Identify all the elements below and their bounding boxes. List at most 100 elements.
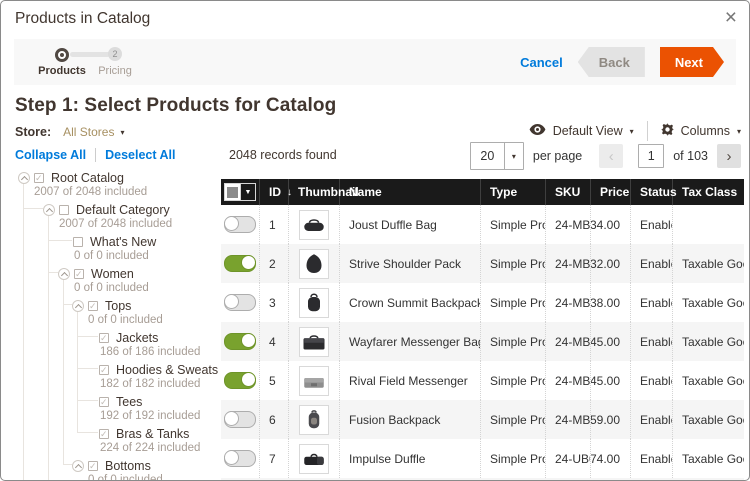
category-checkbox[interactable]	[99, 333, 109, 343]
column-header-id[interactable]: ID↓	[260, 179, 289, 205]
cell-thumbnail	[289, 205, 340, 244]
category-checkbox[interactable]	[99, 365, 109, 375]
product-enable-toggle[interactable]	[224, 216, 256, 233]
collapse-node-icon[interactable]	[72, 460, 84, 472]
cell-name: Fusion Backpack	[340, 400, 481, 439]
cell-sku: 24-MB04	[546, 244, 591, 283]
category-label[interactable]: Root Catalog	[51, 171, 124, 185]
collapse-node-icon[interactable]	[18, 172, 30, 184]
cell-tax-class: Taxable Goods	[673, 322, 744, 361]
cell-price: $74.00	[591, 439, 631, 478]
category-label[interactable]: What's New	[90, 235, 156, 249]
category-checkbox[interactable]	[74, 269, 84, 279]
category-checkbox[interactable]	[88, 461, 98, 471]
columns-button[interactable]: Columns ▾	[661, 123, 741, 139]
column-header-type[interactable]: Type	[481, 179, 546, 205]
column-header-sku[interactable]: SKU	[546, 179, 591, 205]
cell-sku: 24-MB06	[546, 361, 591, 400]
cell-type: Simple Product	[481, 439, 546, 478]
cell-tax-class: Taxable Goods	[673, 439, 744, 478]
cancel-button[interactable]: Cancel	[520, 55, 563, 70]
store-label: Store:	[15, 125, 51, 139]
cell-id: 4	[260, 322, 289, 361]
column-header-name[interactable]: Name	[340, 179, 481, 205]
cell-price: $34.00	[591, 205, 631, 244]
column-header-tax-class[interactable]: Tax Class	[673, 179, 744, 205]
product-row: 1Joust Duffle BagSimple Product24-MB01$3…	[221, 205, 744, 244]
category-label[interactable]: Women	[91, 267, 134, 281]
products-in-catalog-modal: Products in Catalog × 2 Products Pricing…	[0, 0, 750, 481]
deselect-all-link[interactable]: Deselect All	[105, 148, 175, 162]
category-label[interactable]: Hoodies & Sweatshirts	[116, 363, 219, 377]
per-page-select[interactable]: 20 ▾	[470, 142, 524, 170]
cell-name: Crown Summit Backpack	[340, 283, 481, 322]
chevron-down-icon: ▾	[630, 127, 634, 136]
cell-price: $38.00	[591, 283, 631, 322]
column-header-label: Status	[640, 185, 677, 199]
cell-tax-class: Taxable Goods	[673, 283, 744, 322]
category-label[interactable]: Jackets	[116, 331, 158, 345]
close-icon[interactable]: ×	[725, 7, 737, 28]
category-checkbox[interactable]	[88, 301, 98, 311]
product-enable-toggle[interactable]	[224, 372, 256, 389]
back-button[interactable]: Back	[578, 47, 645, 77]
category-tree: Root Catalog2007 of 2048 includedDefault…	[15, 169, 219, 480]
column-header-price[interactable]: Price	[591, 179, 631, 205]
tree-node-root-catalog: Root Catalog2007 of 2048 included	[15, 169, 219, 201]
category-checkbox[interactable]	[99, 397, 109, 407]
cell-thumbnail	[289, 361, 340, 400]
category-label[interactable]: Bottoms	[105, 459, 151, 473]
cell-sku: 24-MB05	[546, 322, 591, 361]
category-checkbox[interactable]	[99, 429, 109, 439]
store-switcher[interactable]: All Stores ▾	[63, 125, 124, 139]
cell-type: Simple Product	[481, 205, 546, 244]
collapse-node-icon[interactable]	[72, 300, 84, 312]
toggle-knob	[224, 411, 239, 426]
category-label[interactable]: Tops	[105, 299, 131, 313]
tree-node-bras-tanks: Bras & Tanks224 of 224 included	[15, 425, 219, 457]
category-checkbox[interactable]	[34, 173, 44, 183]
cell-name: Impulse Duffle	[340, 439, 481, 478]
product-enable-toggle[interactable]	[224, 450, 256, 467]
product-enable-toggle[interactable]	[224, 411, 256, 428]
collapse-node-icon[interactable]	[43, 204, 55, 216]
cell-price: $45.00	[591, 322, 631, 361]
category-checkbox[interactable]	[59, 205, 69, 215]
records-count: 2048 records found	[229, 148, 337, 162]
cell-status: Enabled	[631, 439, 673, 478]
category-checkbox[interactable]	[73, 237, 83, 247]
default-view-button[interactable]: Default View ▾	[529, 124, 634, 138]
collapse-node-icon[interactable]	[58, 268, 70, 280]
category-label[interactable]: Tees	[116, 395, 142, 409]
next-button[interactable]: Next	[660, 47, 724, 77]
category-label[interactable]: Bras & Tanks	[116, 427, 189, 441]
product-enable-toggle[interactable]	[224, 255, 256, 272]
category-count: 2007 of 2048 included	[15, 218, 219, 233]
category-count: 2007 of 2048 included	[15, 186, 219, 201]
select-all-dropdown[interactable]: ▼	[221, 179, 260, 205]
modal-title: Products in Catalog	[15, 10, 150, 28]
product-enable-toggle[interactable]	[224, 294, 256, 311]
cell-tax-class: Taxable Goods	[673, 400, 744, 439]
tree-node-tops: Tops0 of 0 included	[15, 297, 219, 329]
column-header-thumbnail[interactable]: Thumbnail	[289, 179, 340, 205]
column-header-status[interactable]: Status	[631, 179, 673, 205]
toggle-knob	[241, 372, 256, 387]
collapse-all-link[interactable]: Collapse All	[15, 148, 86, 162]
cell-id: 5	[260, 361, 289, 400]
product-row: 7Impulse DuffleSimple Product24-UB02$74.…	[221, 439, 744, 478]
cell-thumbnail	[289, 244, 340, 283]
product-row: 6Fusion BackpackSimple Product24-MB02$59…	[221, 400, 744, 439]
prev-page-button[interactable]: ‹	[599, 144, 623, 168]
cell-type: Simple Product	[481, 400, 546, 439]
cell-name: Strive Shoulder Pack	[340, 244, 481, 283]
product-enable-toggle[interactable]	[224, 333, 256, 350]
eye-icon	[529, 124, 546, 138]
next-page-button[interactable]: ›	[717, 144, 741, 168]
product-thumbnail	[299, 288, 329, 318]
page-input[interactable]	[638, 144, 664, 168]
cell-type: Simple Product	[481, 361, 546, 400]
category-label[interactable]: Default Category	[76, 203, 170, 217]
store-switcher-value: All Stores	[63, 125, 114, 139]
cell-type: Simple Product	[481, 283, 546, 322]
